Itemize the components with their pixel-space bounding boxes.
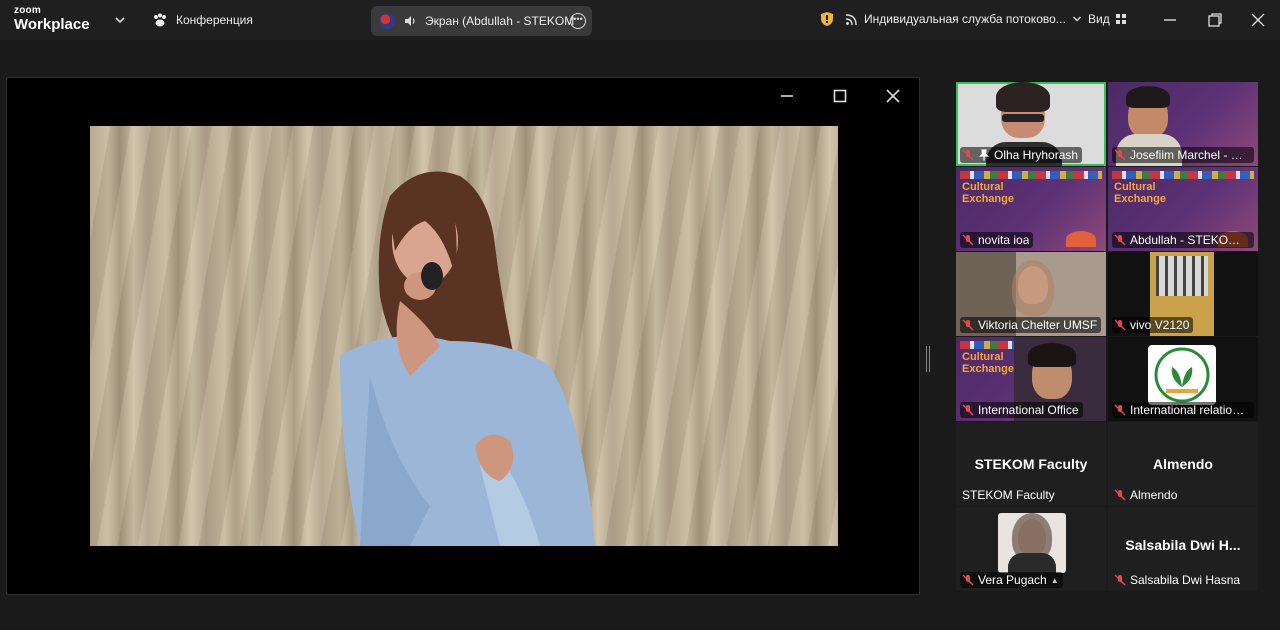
- meeting-menu[interactable]: Конференция: [152, 12, 253, 28]
- poster-title: Cultural Exchange: [1114, 181, 1166, 205]
- participant-tile[interactable]: Viktoria Chelter UMSF: [956, 252, 1106, 336]
- meeting-label: Конференция: [176, 13, 253, 27]
- participant-tile[interactable]: Josefiim Marchel - St...: [1108, 82, 1258, 166]
- participant-name: STEKOM Faculty: [962, 488, 1055, 502]
- pin-icon: [979, 149, 989, 161]
- mic-muted-icon: [1114, 234, 1126, 246]
- participant-tile[interactable]: Vera Pugach ▲: [956, 507, 1106, 591]
- participant-tile[interactable]: vivo V2120: [1108, 252, 1258, 336]
- participant-name-tag: Almendo: [1112, 487, 1181, 503]
- participant-tile[interactable]: Cultural Exchange novita ioa: [956, 167, 1106, 251]
- participant-display-name: Almendo: [1153, 456, 1213, 472]
- participant-name-tag: STEKOM Faculty: [960, 487, 1059, 503]
- participant-name-tag: novita ioa: [960, 232, 1034, 248]
- streaming-service-menu[interactable]: Индивидуальная служба потоково...: [845, 12, 1082, 26]
- mic-muted-icon: [962, 319, 974, 331]
- title-bar: zoom Workplace Конференция Экран (Abdull…: [0, 0, 1280, 40]
- university-logo-icon: [1154, 347, 1210, 403]
- participant-name: novita ioa: [978, 233, 1030, 247]
- participant-name-tag: Salsabila Dwi Hasna: [1112, 572, 1244, 588]
- participant-tile[interactable]: Salsabila Dwi H... Salsabila Dwi Hasna: [1108, 507, 1258, 591]
- close-icon[interactable]: [885, 88, 901, 104]
- view-label: Вид: [1088, 12, 1110, 26]
- shared-video: [90, 126, 838, 546]
- grid-icon: [1115, 13, 1126, 24]
- participant-tile[interactable]: Almendo Almendo: [1108, 422, 1258, 506]
- participant-tile[interactable]: Cultural Exchange Abdullah - STEKOM ...: [1108, 167, 1258, 251]
- speaker-icon: [405, 16, 415, 26]
- minimize-icon[interactable]: [779, 88, 795, 104]
- participant-display-name: STEKOM Faculty: [974, 456, 1088, 472]
- participant-name-tag: Viktoria Chelter UMSF: [960, 317, 1102, 333]
- participant-name-tag: International relations...: [1112, 402, 1254, 418]
- participant-name-tag: Josefiim Marchel - St...: [1112, 147, 1254, 163]
- participant-tile[interactable]: Olha Hryhorash: [956, 82, 1106, 166]
- participant-name: International Office: [978, 403, 1079, 417]
- shield-icon[interactable]: [820, 11, 834, 27]
- participant-gallery: Olha Hryhorash Josefiim Marchel - St... …: [956, 82, 1258, 591]
- participant-name: Abdullah - STEKOM ...: [1130, 233, 1250, 247]
- sharer-avatar-icon: [379, 13, 395, 29]
- singer-figure: [340, 171, 595, 546]
- restore-icon[interactable]: [1205, 10, 1225, 30]
- mic-muted-icon: [1114, 319, 1126, 331]
- share-title: Экран (Abdullah - STEKOM Uni: [425, 14, 575, 28]
- brand-title: Workplace: [14, 16, 90, 33]
- shared-screen: [6, 77, 920, 595]
- mic-muted-icon: [1114, 574, 1126, 586]
- streaming-label: Индивидуальная служба потоково...: [864, 12, 1066, 26]
- more-options-icon[interactable]: •••: [570, 13, 586, 29]
- participant-name: Salsabila Dwi Hasna: [1130, 573, 1241, 587]
- participant-name: Viktoria Chelter UMSF: [978, 318, 1098, 332]
- mic-muted-icon: [962, 149, 974, 161]
- brand-small-text: zoom: [14, 5, 41, 16]
- zoom-logo: zoom Workplace: [14, 5, 90, 33]
- mic-muted-icon: [1114, 149, 1126, 161]
- mic-muted-icon: [962, 404, 974, 416]
- participant-name-tag: Abdullah - STEKOM ...: [1112, 232, 1254, 248]
- participant-name: Olha Hryhorash: [994, 148, 1079, 162]
- participant-status-icon: ▲: [1050, 575, 1059, 585]
- maximize-icon[interactable]: [832, 88, 848, 104]
- participant-name-tag: Vera Pugach ▲: [960, 572, 1063, 588]
- participant-name-tag: vivo V2120: [1112, 317, 1194, 333]
- broadcast-icon: [845, 13, 857, 25]
- paw-icon: [154, 13, 166, 27]
- participant-tile[interactable]: International relations...: [1108, 337, 1258, 421]
- chevron-down-icon[interactable]: [114, 14, 126, 26]
- participant-name: Vera Pugach: [978, 573, 1047, 587]
- mic-muted-icon: [1114, 404, 1126, 416]
- participant-tile[interactable]: STEKOM Faculty STEKOM Faculty: [956, 422, 1106, 506]
- panel-resize-handle[interactable]: [926, 346, 930, 372]
- participant-name: International relations...: [1130, 403, 1250, 417]
- participant-name: vivo V2120: [1130, 318, 1190, 332]
- poster-title: Cultural Exchange: [962, 181, 1014, 205]
- minimize-icon[interactable]: [1160, 10, 1180, 30]
- view-menu[interactable]: Вид: [1088, 12, 1127, 26]
- close-icon[interactable]: [1248, 10, 1268, 30]
- poster-title: Cultural Exchange: [962, 351, 1014, 375]
- participant-name-tag: Olha Hryhorash: [960, 147, 1083, 163]
- mic-muted-icon: [962, 234, 974, 246]
- participant-name-tag: International Office: [960, 402, 1083, 418]
- participant-name: Almendo: [1130, 488, 1178, 502]
- mic-muted-icon: [962, 574, 974, 586]
- participant-name: Josefiim Marchel - St...: [1130, 148, 1250, 162]
- participant-display-name: Salsabila Dwi H...: [1125, 537, 1241, 553]
- chevron-down-icon: [1072, 16, 1081, 22]
- participant-tile[interactable]: Cultural Exchange International Office: [956, 337, 1106, 421]
- mic-muted-icon: [1114, 489, 1126, 501]
- screen-share-indicator[interactable]: Экран (Abdullah - STEKOM Uni •••: [371, 6, 592, 36]
